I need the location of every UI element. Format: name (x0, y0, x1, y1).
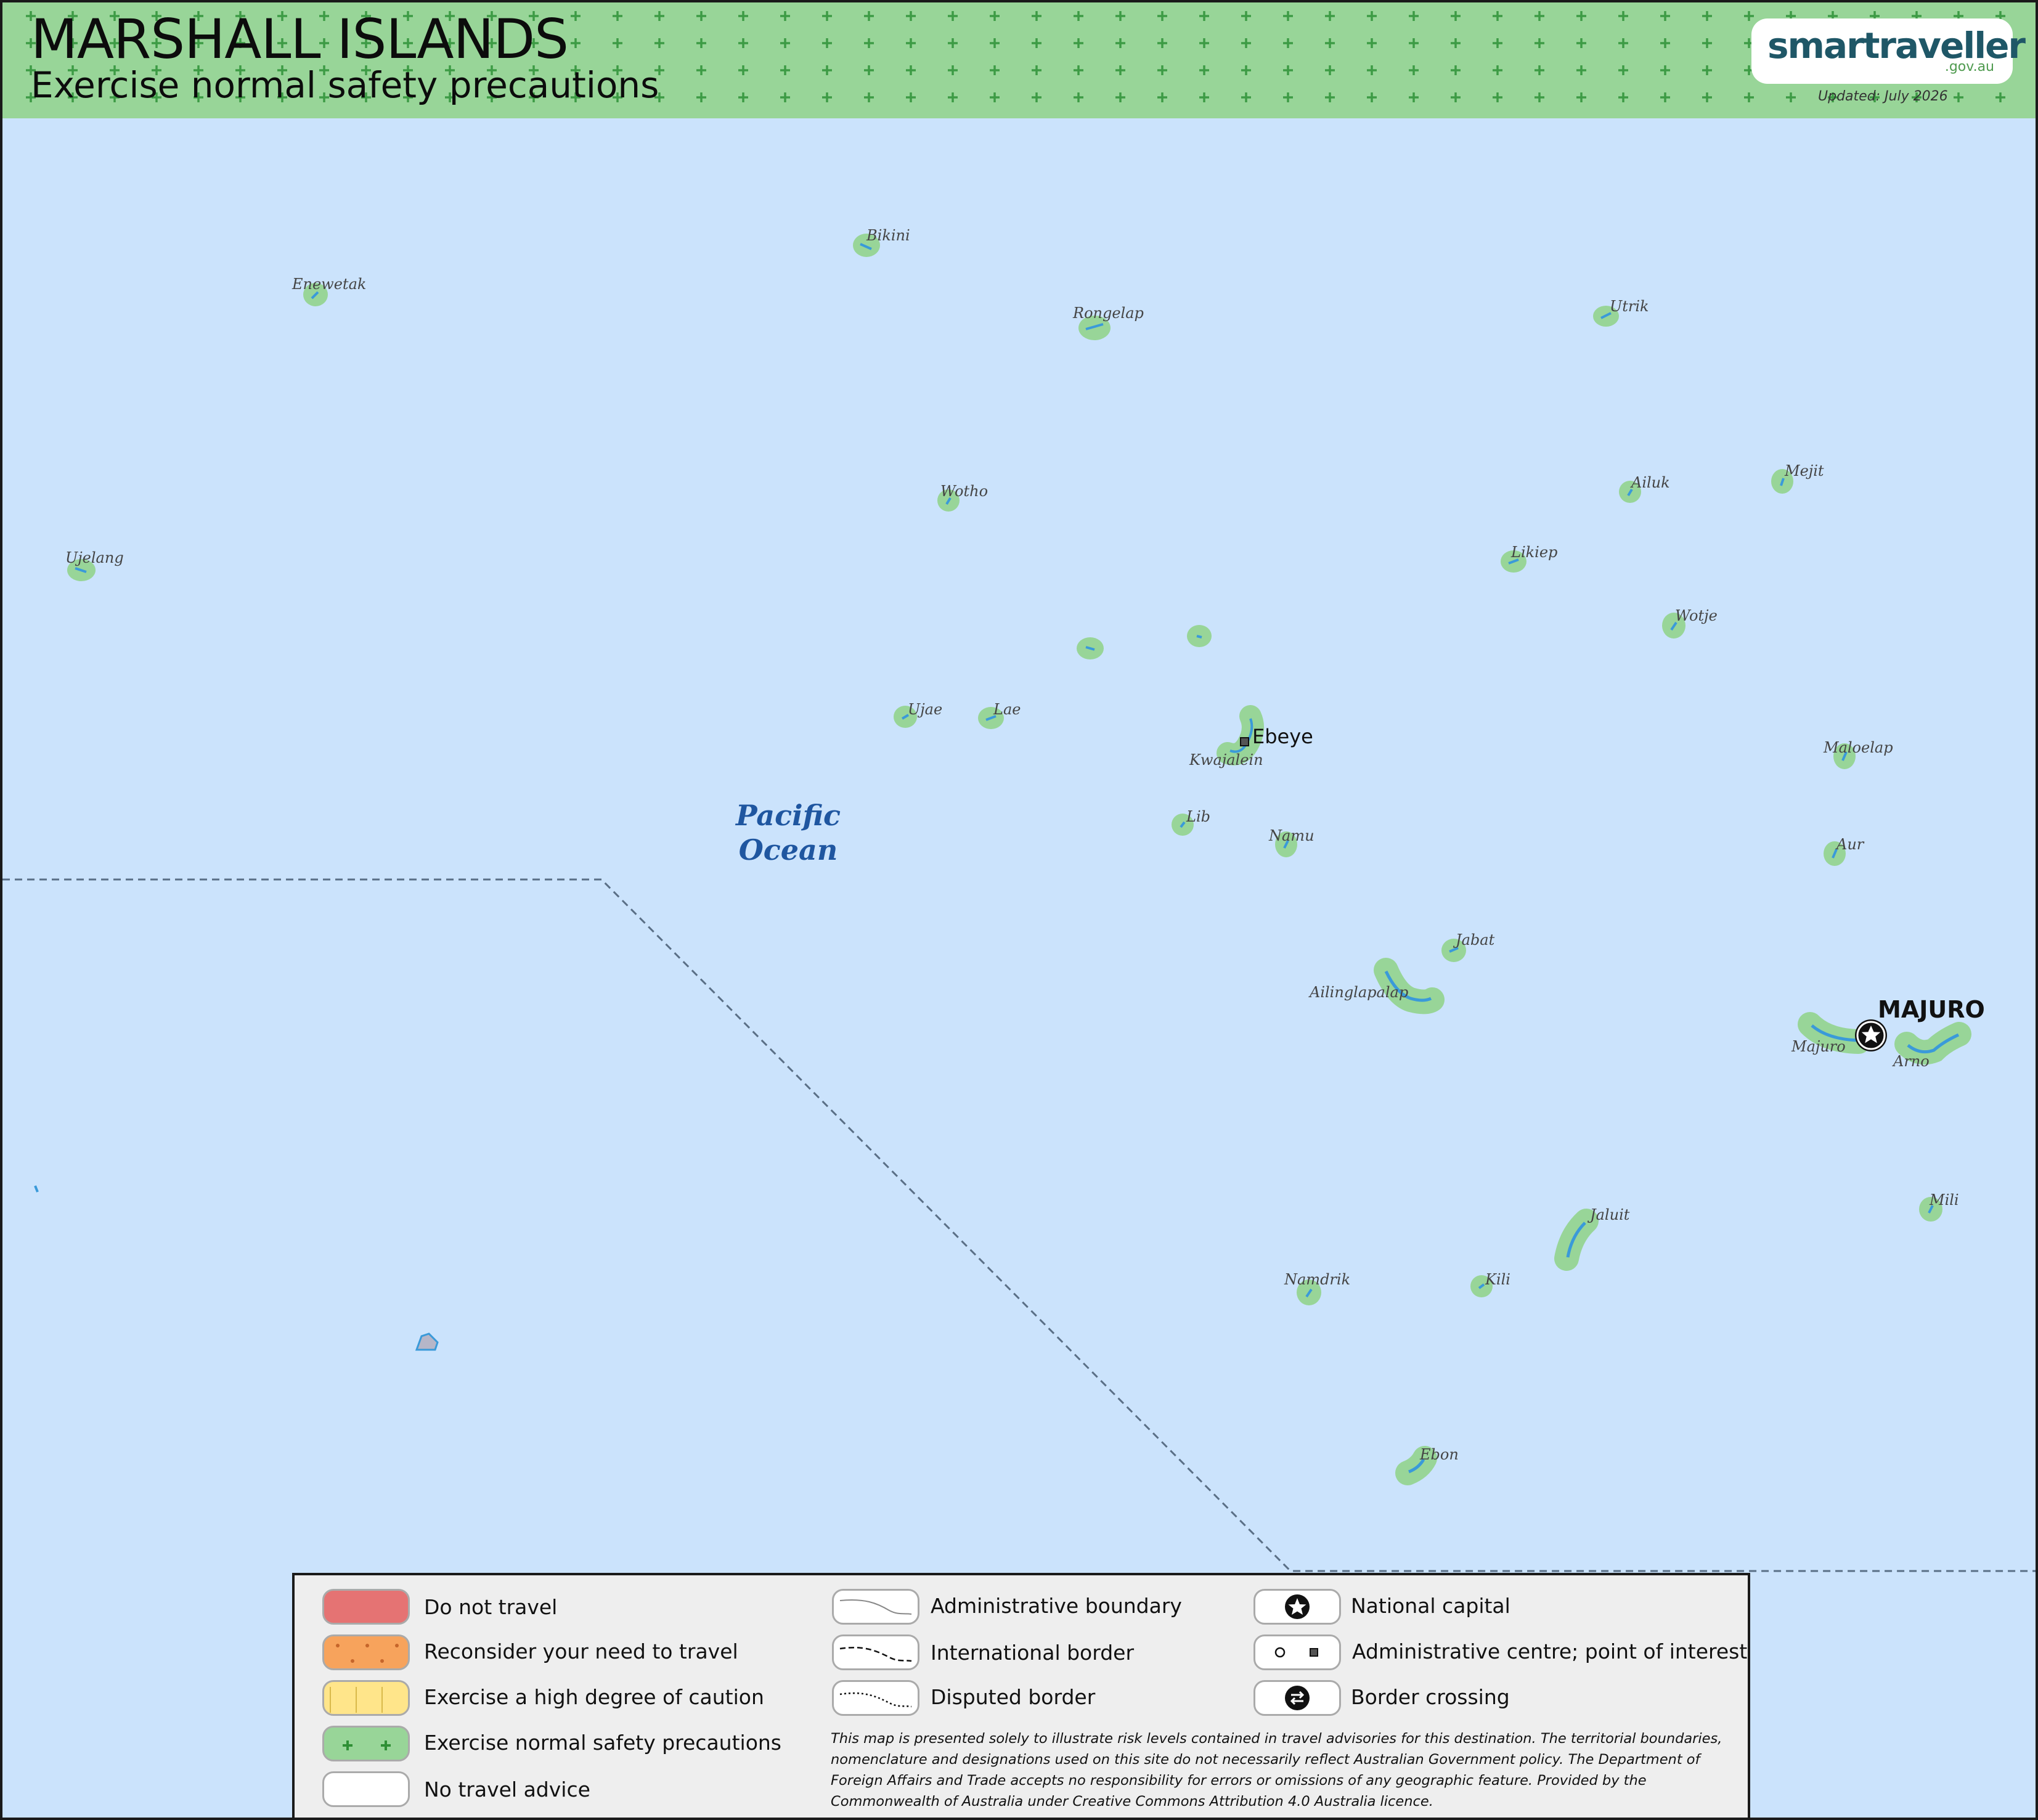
legend-admin-boundary-icon (832, 1589, 919, 1625)
legend-border-crossing-icon (1253, 1680, 1341, 1716)
legend-label-do-not-travel: Do not travel (424, 1595, 558, 1619)
label-namdrik: Namdrik (1284, 1271, 1351, 1288)
label-lib: Lib (1186, 808, 1210, 825)
atoll-jaluit (1554, 1209, 1599, 1271)
header-banner: MARSHALL ISLANDS Exercise normal safety … (2, 2, 2036, 118)
label-arno: Arno (1893, 1053, 1930, 1070)
islet-southwest (415, 1332, 439, 1351)
legend-international-border-icon (832, 1634, 919, 1670)
label-ailinglapalap: Ailinglapalap (1310, 984, 1409, 1001)
swatch-normal-precautions (322, 1726, 410, 1761)
swatch-reconsider (322, 1634, 410, 1670)
swatch-do-not-travel (322, 1589, 410, 1625)
updated-date: Updated: July 2026 (1818, 89, 1948, 104)
atoll-kwajalein (1217, 705, 1264, 765)
legend-label-high-caution: Exercise a high degree of caution (424, 1685, 764, 1709)
smartraveller-logo[interactable]: smartraveller .gov.au (1751, 18, 2026, 84)
swatch-high-caution (322, 1680, 410, 1716)
legend-label-normal-precautions: Exercise normal safety precautions (424, 1731, 781, 1755)
legend-capital-icon (1253, 1589, 1341, 1625)
ocean-label-line1: Pacific (735, 799, 841, 832)
label-ebeye: Ebeye (1252, 725, 1313, 748)
legend-label-admin-centre: Administrative centre; point of interest (1352, 1639, 1748, 1663)
label-lae: Lae (993, 701, 1021, 718)
label-jaluit: Jaluit (1590, 1206, 1630, 1223)
label-namu: Namu (1269, 827, 1315, 844)
swatch-no-advice (322, 1771, 410, 1807)
label-likiep: Likiep (1511, 544, 1558, 561)
legend-label-reconsider: Reconsider your need to travel (424, 1639, 738, 1663)
label-majuro-atoll: Majuro (1791, 1038, 1846, 1055)
label-ebon: Ebon (1420, 1446, 1459, 1463)
label-jabat: Jabat (1456, 931, 1495, 949)
international-border (2, 878, 2036, 1572)
page-title: MARSHALL ISLANDS (31, 7, 569, 71)
legend-admin-centre-icon (1253, 1634, 1341, 1670)
legend-label-international-border: International border (931, 1641, 1135, 1665)
legend: Do not travel Reconsider your need to tr… (292, 1573, 1750, 1818)
atoll-unnamed-1 (1077, 637, 1104, 659)
map-frame: Pacific Ocean Enewetak Bikini Rongelap U… (0, 0, 2038, 1820)
label-maloelap: Maloelap (1824, 739, 1893, 756)
atoll-unnamed-2 (1187, 625, 1212, 647)
label-kili: Kili (1485, 1271, 1510, 1288)
legend-label-admin-boundary: Administrative boundary (931, 1594, 1182, 1618)
islet-west (34, 1185, 39, 1193)
legend-label-border-crossing: Border crossing (1351, 1685, 1510, 1709)
label-bikini: Bikini (866, 227, 910, 244)
legend-label-disputed-border: Disputed border (931, 1685, 1096, 1709)
label-wotho: Wotho (940, 483, 988, 500)
ocean-label-line2: Ocean (738, 833, 838, 867)
legend-disclaimer: This map is presented solely to illustra… (831, 1731, 1722, 1810)
label-capital: MAJURO (1878, 996, 1985, 1023)
atoll-arno (1894, 1022, 1971, 1065)
label-mili: Mili (1930, 1191, 1959, 1209)
label-ujae: Ujae (908, 701, 943, 718)
label-enewetak: Enewetak (292, 275, 367, 293)
label-kwajalein: Kwajalein (1189, 751, 1263, 769)
label-ujelang: Ujelang (65, 549, 124, 566)
label-aur: Aur (1836, 836, 1864, 853)
legend-disputed-border-icon (832, 1680, 919, 1716)
legend-label-capital: National capital (1351, 1594, 1510, 1618)
label-ailuk: Ailuk (1631, 474, 1670, 491)
national-capital-icon (1855, 1019, 1887, 1051)
label-mejit: Mejit (1785, 462, 1824, 479)
label-rongelap: Rongelap (1073, 304, 1144, 322)
advice-level: Exercise normal safety precautions (31, 64, 659, 106)
label-utrik: Utrik (1610, 298, 1649, 315)
ocean-label: Pacific Ocean (717, 798, 859, 867)
ebeye-marker (1240, 737, 1249, 746)
legend-label-no-advice: No travel advice (424, 1777, 590, 1802)
logo-domain: .gov.au (1944, 59, 1994, 75)
label-wotje: Wotje (1675, 607, 1718, 624)
